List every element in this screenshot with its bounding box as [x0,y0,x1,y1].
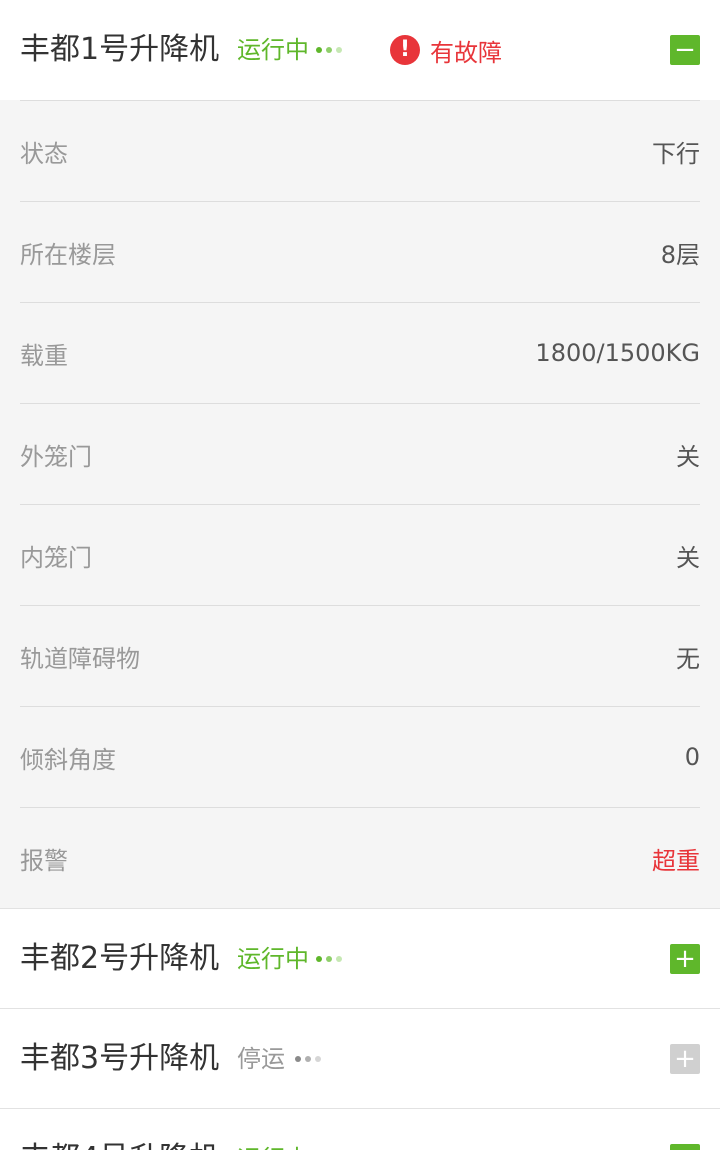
detail-value: 下行 [652,139,700,168]
detail-label: 内笼门 [20,543,92,572]
elevator-name: 丰都4号升降机 [20,1109,219,1150]
detail-row-outer-door: 外笼门 关 [20,403,700,504]
expand-button[interactable]: + [670,1144,700,1150]
detail-value: 0 [684,743,700,771]
elevator-header-4-clip: 丰都4号升降机 运行中 + [0,1108,720,1150]
alarm-value: 超重 [652,846,700,875]
elevator-status: 运行中 [237,36,309,64]
elevator-details-1: 状态 下行 所在楼层 8层 载重 1800/1500KG 外笼门 关 内笼门 关… [0,100,720,908]
detail-row-load: 载重 1800/1500KG [20,302,700,403]
detail-label: 轨道障碍物 [20,644,140,673]
elevator-name: 丰都1号升降机 [20,32,220,67]
elevator-header-2[interactable]: 丰都2号升降机 运行中 + [0,908,720,1008]
detail-label: 状态 [20,139,68,168]
detail-value: 关 [676,442,700,471]
elevator-status: 运行中 [237,1109,309,1150]
status-dots-icon [295,1056,325,1062]
detail-row-alarm: 报警 超重 [20,807,700,908]
elevator-list: 丰都1号升降机 运行中 ! 有故障 − 状态 下行 所在楼层 8层 载重 180… [0,0,720,1150]
status-dots-icon [316,956,346,962]
exclamation-circle-icon: ! [390,35,420,65]
detail-value: 无 [676,644,700,673]
elevator-header-4[interactable]: 丰都4号升降机 运行中 + [0,1108,720,1150]
detail-row-inner-door: 内笼门 关 [20,504,700,605]
elevator-header-3[interactable]: 丰都3号升降机 停运 + [0,1008,720,1108]
detail-label: 载重 [20,341,68,370]
detail-value: 8层 [660,240,700,269]
elevator-status: 运行中 [237,945,309,973]
elevator-name: 丰都3号升降机 [20,1041,220,1076]
detail-row-floor: 所在楼层 8层 [20,201,700,302]
expand-button[interactable]: + [670,944,700,974]
elevator-name: 丰都2号升降机 [20,941,220,976]
detail-row-tilt-angle: 倾斜角度 0 [20,706,700,807]
detail-value: 1800/1500KG [535,339,700,367]
collapse-button[interactable]: − [670,35,700,65]
fault-label: 有故障 [430,38,502,67]
detail-label: 外笼门 [20,442,92,471]
fault-indicator: ! 有故障 [390,0,502,100]
detail-value: 关 [676,543,700,572]
elevator-status: 停运 [237,1045,285,1073]
detail-row-state: 状态 下行 [20,100,700,201]
status-dots-icon [316,47,346,53]
elevator-header-1[interactable]: 丰都1号升降机 运行中 ! 有故障 − [0,0,720,100]
detail-label: 报警 [20,846,68,875]
expand-button[interactable]: + [670,1044,700,1074]
detail-label: 倾斜角度 [20,745,116,774]
detail-row-track-obstacle: 轨道障碍物 无 [20,605,700,706]
detail-label: 所在楼层 [20,240,116,269]
